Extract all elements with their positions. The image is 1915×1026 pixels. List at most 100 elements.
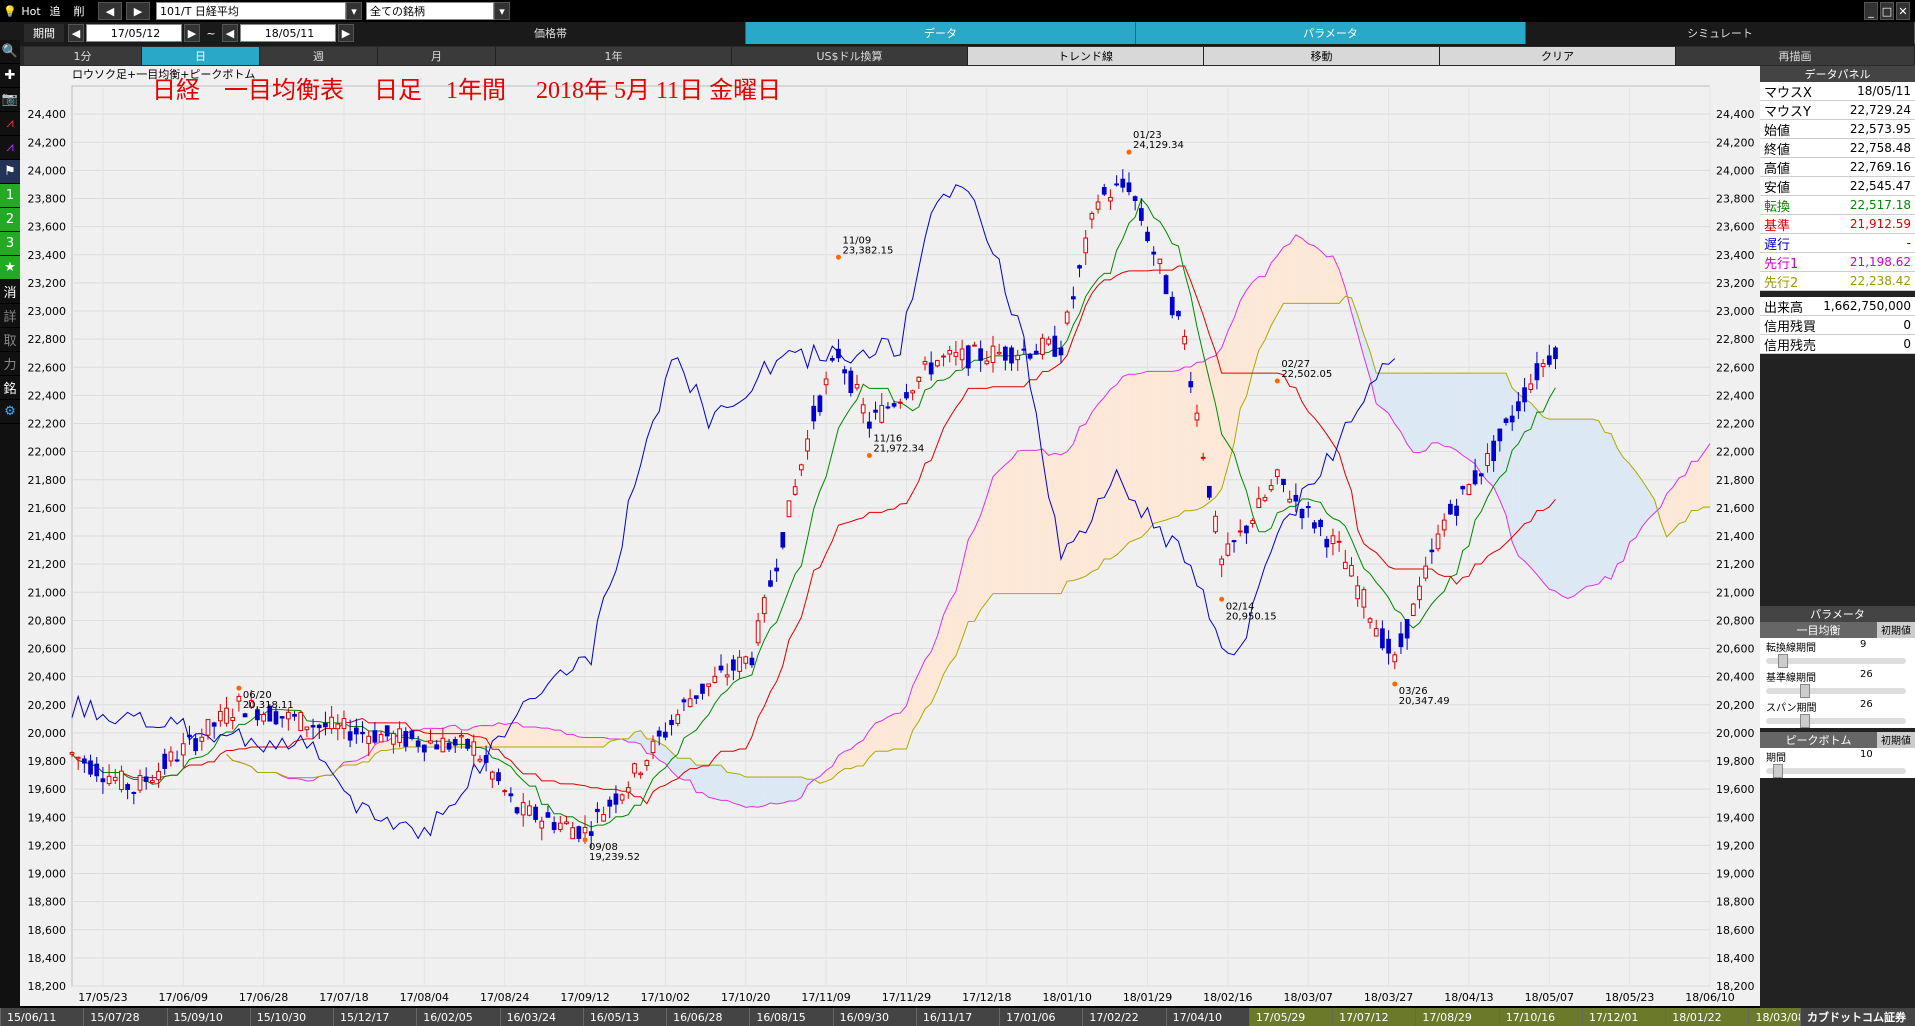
kijun-knob[interactable] bbox=[1800, 684, 1811, 698]
period-slider[interactable] bbox=[1766, 764, 1906, 778]
period-knob[interactable] bbox=[1772, 764, 1783, 778]
tab-parameter[interactable]: パラメータ bbox=[1136, 22, 1526, 44]
btn-1min[interactable]: 1分 bbox=[24, 47, 142, 65]
market-dropdown-icon[interactable]: ▾ bbox=[494, 2, 510, 20]
preset-3[interactable]: 3 bbox=[0, 232, 20, 256]
tenkan-value[interactable]: 9 bbox=[1860, 639, 1866, 650]
preset-1[interactable]: 1 bbox=[0, 184, 20, 208]
btn-clear[interactable]: クリア bbox=[1440, 47, 1676, 65]
tenkan-slider[interactable] bbox=[1766, 654, 1906, 668]
data-row-value: 18/05/11 bbox=[1857, 84, 1911, 98]
close-icon[interactable]: ✕ bbox=[1896, 2, 1910, 20]
flag-icon[interactable]: ⚑ bbox=[0, 160, 20, 184]
date-from-next-icon[interactable]: ▶ bbox=[184, 24, 200, 42]
detail-button[interactable]: 詳 bbox=[0, 304, 20, 328]
span-slider[interactable] bbox=[1766, 714, 1906, 728]
right-panel: データパネル マウスX 18/05/11 マウスY 22,729.24 始値 22,573… bbox=[1760, 66, 1915, 1026]
btn-usd[interactable]: US$ドル換算 bbox=[732, 47, 968, 65]
ichimoku-label: 一目均衡 bbox=[1796, 624, 1841, 637]
chart-area[interactable]: 06/20 20,318.11 09/08 19,239.52 11/09 23,382.… bbox=[20, 66, 1760, 1006]
candle-body bbox=[935, 360, 940, 367]
kijun-value[interactable]: 26 bbox=[1860, 669, 1873, 680]
date-prev-icon[interactable]: ◀ bbox=[68, 24, 84, 42]
y-tick-label: 23,400 bbox=[28, 249, 67, 262]
camera-icon[interactable]: 📷 bbox=[0, 88, 20, 112]
candle-body bbox=[452, 739, 458, 746]
candle-body bbox=[1299, 508, 1305, 519]
kijun-label: 基準線期間 bbox=[1766, 673, 1816, 684]
market-field[interactable]: 全ての銘柄 bbox=[366, 2, 494, 20]
data-row-label: マウスX bbox=[1764, 85, 1812, 101]
stock-button[interactable]: 銘 bbox=[0, 376, 20, 400]
candle-body bbox=[916, 376, 922, 382]
btn-monthly[interactable]: 月 bbox=[378, 47, 496, 65]
btn-redraw[interactable]: 再描画 bbox=[1676, 47, 1915, 65]
bulb-icon[interactable]: 💡 bbox=[2, 2, 18, 20]
candle-body bbox=[817, 395, 823, 413]
date-to-prev-icon[interactable]: ◀ bbox=[222, 24, 238, 42]
kumo-segment bbox=[1518, 393, 1525, 562]
data-row-value: 0 bbox=[1903, 337, 1911, 351]
crosshair-icon[interactable]: ✚ bbox=[0, 64, 20, 88]
kijun-slider[interactable] bbox=[1766, 684, 1906, 698]
kumo-segment bbox=[1419, 373, 1426, 453]
x-tick-label: 17/11/29 bbox=[882, 991, 931, 1004]
candle-body bbox=[372, 730, 378, 743]
period-param-value[interactable]: 10 bbox=[1860, 749, 1873, 760]
kumo-segment bbox=[714, 765, 722, 801]
candle-body bbox=[1095, 201, 1101, 210]
kumo-segment bbox=[1394, 373, 1401, 433]
tenkan-knob[interactable] bbox=[1777, 654, 1788, 668]
candle-body bbox=[595, 808, 600, 813]
date-from-field[interactable]: 17/05/12 bbox=[86, 24, 182, 42]
symbol-field[interactable]: 101/T 日経平均 bbox=[156, 2, 346, 20]
overview-date-label: 15/10/30 bbox=[249, 1008, 333, 1026]
span-knob[interactable] bbox=[1800, 714, 1811, 728]
btn-1year[interactable]: 1年 bbox=[496, 47, 732, 65]
btn-weekly[interactable]: 週 bbox=[260, 47, 378, 65]
add-button[interactable]: 追 bbox=[44, 2, 66, 20]
chart-line2-icon[interactable]: ⩘ bbox=[0, 136, 20, 160]
candle-body bbox=[180, 743, 186, 756]
minimize-icon[interactable]: _ bbox=[1864, 2, 1878, 20]
date-next-icon[interactable]: ▶ bbox=[338, 24, 354, 42]
kumo-segment bbox=[1666, 487, 1673, 537]
btn-move[interactable]: 移動 bbox=[1204, 47, 1440, 65]
erase-button[interactable]: 消 bbox=[0, 280, 20, 304]
kumo-segment bbox=[1067, 443, 1074, 582]
btn-daily[interactable]: 日 bbox=[142, 47, 260, 65]
overview-date-label: 16/06/28 bbox=[666, 1008, 749, 1026]
input-button[interactable]: 力 bbox=[0, 352, 20, 376]
peak-reset-button[interactable]: 初期値 bbox=[1877, 732, 1915, 748]
zoom-icon[interactable]: 🔍 bbox=[0, 40, 20, 64]
preset-2[interactable]: 2 bbox=[0, 208, 20, 232]
y-tick-label: 22,200 bbox=[28, 418, 67, 431]
hot-button[interactable]: Hot bbox=[20, 2, 42, 20]
next-icon[interactable]: ▶ bbox=[126, 2, 150, 20]
star-icon[interactable]: ★ bbox=[0, 256, 20, 280]
delete-button[interactable]: 削 bbox=[68, 2, 90, 20]
y-tick-label: 22,400 bbox=[28, 389, 67, 402]
tab-price-band[interactable]: 価格帯 bbox=[356, 22, 746, 44]
span-value[interactable]: 26 bbox=[1860, 699, 1873, 710]
candle-body bbox=[397, 728, 402, 743]
ichimoku-chart[interactable]: 06/2020,318.1109/0819,239.5211/0923,382.… bbox=[20, 66, 1760, 1006]
date-separator: ~ bbox=[206, 26, 216, 40]
overview-date-bar[interactable]: 15/06/11 15/07/28 15/09/10 15/10/30 15/12/17… bbox=[0, 1008, 1915, 1026]
ichimoku-reset-button[interactable]: 初期値 bbox=[1877, 622, 1915, 638]
chart-line-icon[interactable]: ⩘ bbox=[0, 112, 20, 136]
symbol-dropdown-icon[interactable]: ▾ bbox=[346, 2, 362, 20]
trade-button[interactable]: 取 bbox=[0, 328, 20, 352]
btn-trendline[interactable]: トレンド線 bbox=[968, 47, 1204, 65]
tab-simulate[interactable]: シミュレート bbox=[1526, 22, 1915, 44]
y-tick-label: 18,400 bbox=[28, 952, 67, 965]
tab-data[interactable]: データ bbox=[746, 22, 1136, 44]
kumo-segment bbox=[585, 737, 592, 748]
date-to-field[interactable]: 18/05/11 bbox=[240, 24, 336, 42]
candle-body bbox=[502, 790, 508, 793]
gear-icon[interactable]: ⚙ bbox=[0, 400, 20, 424]
prev-icon[interactable]: ◀ bbox=[98, 2, 122, 20]
maximize-icon[interactable]: □ bbox=[1880, 2, 1894, 20]
y-tick-label-right: 22,800 bbox=[1716, 333, 1755, 346]
data-row: マウスX 18/05/11 bbox=[1760, 82, 1915, 101]
